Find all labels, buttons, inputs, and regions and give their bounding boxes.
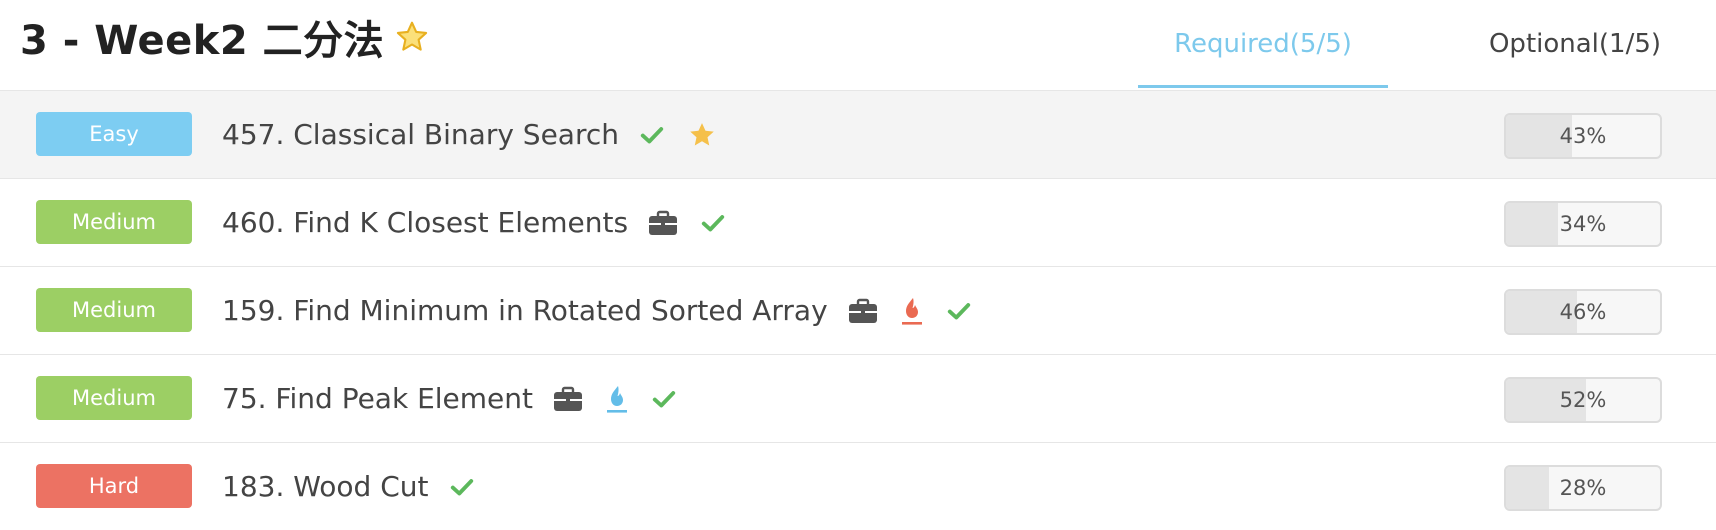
tab-optional[interactable]: Optional(1/5) — [1470, 0, 1680, 88]
check-icon — [946, 298, 972, 324]
acceptance-rate-bar: 46% — [1504, 289, 1662, 335]
page-title: 3 - Week2 二分法 — [20, 8, 430, 66]
acceptance-rate-text: 34% — [1559, 212, 1607, 236]
difficulty-badge: Medium — [36, 376, 192, 420]
problem-list-page: 3 - Week2 二分法 Required(5/5) Optional(1/5… — [0, 0, 1716, 530]
check-icon — [700, 210, 726, 236]
difficulty-badge: Medium — [36, 200, 192, 244]
check-icon — [449, 474, 475, 500]
problem-title[interactable]: 159. Find Minimum in Rotated Sorted Arra… — [222, 294, 828, 327]
fire-blue-icon — [605, 384, 629, 414]
briefcase-icon — [648, 210, 678, 236]
page-title-text: 3 - Week2 二分法 — [20, 18, 385, 64]
problem-title[interactable]: 75. Find Peak Element — [222, 382, 533, 415]
tab-required-label: Required(5/5) — [1174, 29, 1352, 59]
problem-row[interactable]: Hard 183. Wood Cut 28% — [0, 443, 1716, 530]
problem-icons — [449, 474, 475, 500]
problem-icons — [648, 210, 726, 236]
problem-list: Easy 457. Classical Binary Search 43% Me… — [0, 91, 1716, 530]
problem-row[interactable]: Medium 460. Find K Closest Elements 34% — [0, 179, 1716, 267]
problem-row[interactable]: Easy 457. Classical Binary Search 43% — [0, 91, 1716, 179]
star-icon — [687, 120, 717, 150]
problem-cell: 460. Find K Closest Elements — [222, 179, 726, 266]
problem-title[interactable]: 183. Wood Cut — [222, 470, 429, 503]
difficulty-badge: Easy — [36, 112, 192, 156]
problem-row[interactable]: Medium 159. Find Minimum in Rotated Sort… — [0, 267, 1716, 355]
problem-cell: 183. Wood Cut — [222, 443, 475, 530]
problem-icons — [639, 120, 717, 150]
acceptance-rate-text: 46% — [1559, 300, 1607, 324]
problem-icons — [553, 384, 677, 414]
briefcase-icon — [848, 298, 878, 324]
problem-cell: 457. Classical Binary Search — [222, 91, 717, 178]
problem-icons — [848, 296, 972, 326]
acceptance-rate-text: 52% — [1559, 388, 1607, 412]
acceptance-rate-bar: 28% — [1504, 465, 1662, 511]
check-icon — [639, 122, 665, 148]
tab-optional-label: Optional(1/5) — [1488, 29, 1662, 59]
star-outline-icon[interactable] — [394, 19, 430, 55]
briefcase-icon — [553, 386, 583, 412]
problem-row[interactable]: Medium 75. Find Peak Element 52% — [0, 355, 1716, 443]
problem-title[interactable]: 460. Find K Closest Elements — [222, 206, 628, 239]
acceptance-rate-bar: 52% — [1504, 377, 1662, 423]
problem-cell: 75. Find Peak Element — [222, 355, 677, 442]
difficulty-badge: Medium — [36, 288, 192, 332]
header: 3 - Week2 二分法 Required(5/5) Optional(1/5… — [0, 0, 1716, 91]
fire-red-icon — [900, 296, 924, 326]
tab-required[interactable]: Required(5/5) — [1138, 0, 1388, 88]
acceptance-rate-text: 43% — [1559, 124, 1607, 148]
problem-title[interactable]: 457. Classical Binary Search — [222, 118, 619, 151]
acceptance-rate-bar: 43% — [1504, 113, 1662, 159]
difficulty-badge: Hard — [36, 464, 192, 508]
acceptance-rate-bar: 34% — [1504, 201, 1662, 247]
problem-cell: 159. Find Minimum in Rotated Sorted Arra… — [222, 267, 972, 354]
acceptance-rate-text: 28% — [1559, 476, 1607, 500]
check-icon — [651, 386, 677, 412]
